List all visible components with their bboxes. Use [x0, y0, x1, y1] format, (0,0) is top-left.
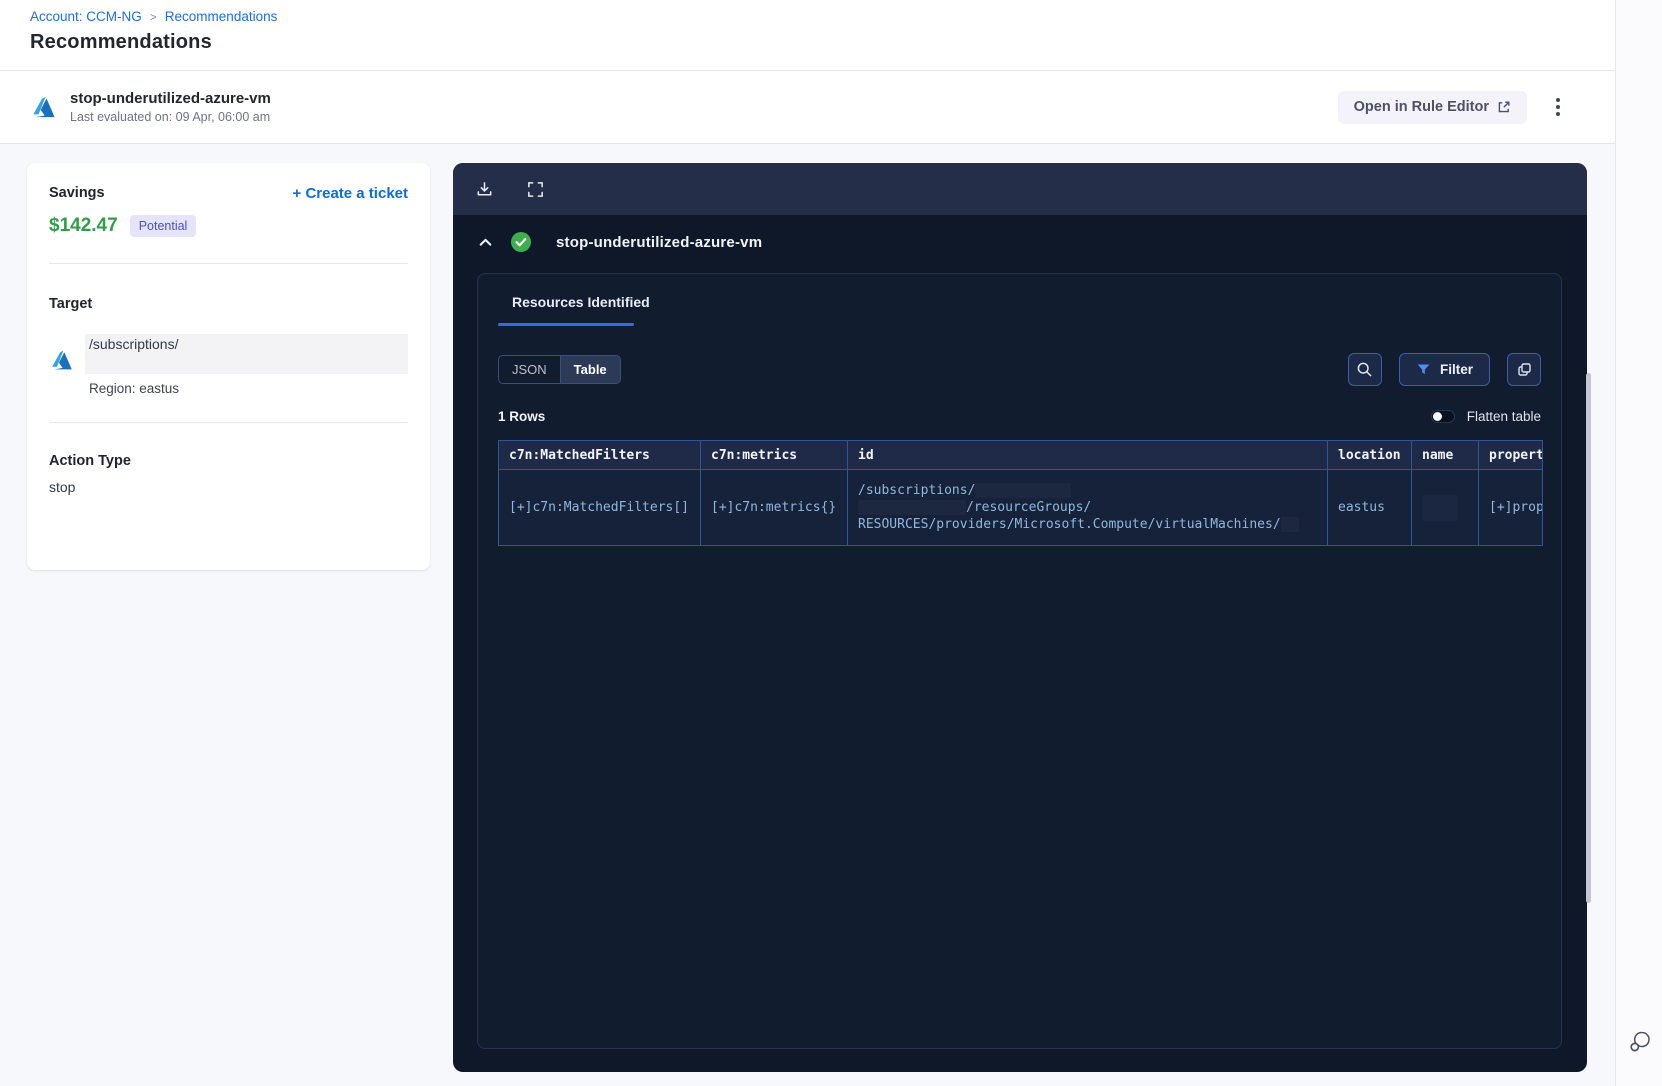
viewer-controls-row: JSON Table Filter [498, 353, 1541, 386]
target-info: /subscriptions/ Region: eastus [85, 334, 408, 396]
resources-table-container[interactable]: c7n:MatchedFilters c7n:metrics id locati… [498, 440, 1543, 546]
last-evaluated-text: Last evaluated on: 09 Apr, 06:00 am [70, 110, 271, 124]
rows-info-row: 1 Rows Flatten table [498, 409, 1541, 424]
external-link-icon [1498, 101, 1510, 113]
page-title: Recommendations [30, 31, 212, 53]
table-header-row: c7n:MatchedFilters c7n:metrics id locati… [498, 440, 1542, 470]
azure-icon [52, 350, 72, 370]
column-header-properties[interactable]: propert [1478, 440, 1542, 470]
chat-bubbles-icon[interactable] [1627, 1029, 1652, 1054]
savings-amount: $142.47 [49, 215, 118, 236]
cell-name[interactable] [1411, 469, 1479, 546]
tab-label: Resources Identified [512, 294, 650, 310]
flatten-table-label: Flatten table [1466, 409, 1541, 424]
filter-label: Filter [1439, 362, 1473, 377]
matched-filters-expander: [+]c7n:MatchedFilters[] [509, 500, 690, 515]
id-line-2: /resourceGroups/ [966, 500, 1092, 515]
page-scrollbar[interactable] [1586, 373, 1591, 903]
id-line-1: /subscriptions/ [858, 483, 976, 498]
column-header-matched-filters[interactable]: c7n:MatchedFilters [498, 440, 701, 470]
download-icon[interactable] [475, 180, 494, 199]
tab-active-underline [498, 323, 634, 326]
cell-metrics[interactable]: [+]c7n:metrics{} [700, 469, 848, 546]
more-options-menu[interactable] [1549, 95, 1567, 119]
redacted-text [1422, 494, 1458, 521]
action-type-label: Action Type [49, 453, 131, 469]
target-label: Target [49, 296, 93, 312]
create-ticket-link[interactable]: + Create a ticket [293, 185, 408, 202]
filter-icon [1417, 364, 1430, 375]
content-area: Savings + Create a ticket $142.47 Potent… [0, 144, 1615, 1086]
redacted-subscription-id [85, 354, 408, 374]
view-mode-table[interactable]: Table [560, 356, 620, 383]
view-mode-toggle: JSON Table [498, 355, 621, 384]
rule-header: stop-underutilized-azure-vm Last evaluat… [0, 71, 1615, 143]
panel-toolbar [453, 163, 1587, 215]
redacted-text [975, 483, 1072, 498]
metrics-expander: [+]c7n:metrics{} [711, 500, 837, 515]
success-check-icon [511, 232, 531, 252]
open-rule-editor-button[interactable]: Open in Rule Editor [1337, 90, 1527, 124]
savings-label: Savings [49, 185, 105, 201]
copy-button[interactable] [1507, 353, 1541, 386]
azure-icon [33, 96, 55, 118]
breadcrumb: Account: CCM-NG > Recommendations [30, 9, 1585, 24]
redacted-text [1280, 517, 1299, 532]
target-region: Region: eastus [89, 381, 180, 396]
breadcrumb-account-link[interactable]: Account: CCM-NG [30, 9, 142, 24]
filter-button[interactable]: Filter [1398, 353, 1490, 386]
properties-expander: [+]prop [1489, 500, 1543, 515]
cell-matched-filters[interactable]: [+]c7n:MatchedFilters[] [498, 469, 701, 546]
search-button[interactable] [1347, 353, 1382, 386]
rule-header-text: stop-underutilized-azure-vm Last evaluat… [70, 90, 271, 124]
redacted-text [858, 500, 966, 515]
rows-count: 1 Rows [498, 409, 546, 424]
panel-rule-title: stop-underutilized-azure-vm [556, 233, 763, 251]
savings-card: Savings + Create a ticket $142.47 Potent… [27, 163, 430, 570]
top-bar: Account: CCM-NG > Recommendations Recomm… [0, 0, 1615, 70]
potential-badge: Potential [129, 215, 197, 237]
rule-name: stop-underutilized-azure-vm [70, 90, 271, 107]
right-rail [1615, 0, 1662, 1086]
id-line-3: RESOURCES/providers/Microsoft.Compute/vi… [858, 517, 1281, 532]
rule-header-actions: Open in Rule Editor [1337, 90, 1585, 124]
rule-result-row: stop-underutilized-azure-vm [453, 215, 1587, 253]
divider [49, 422, 408, 423]
table-row: [+]c7n:MatchedFilters[] [+]c7n:metrics{}… [498, 469, 1543, 546]
target-path: /subscriptions/ [89, 336, 179, 352]
copy-icon [1517, 363, 1531, 376]
collapse-chevron-icon[interactable] [477, 234, 494, 251]
action-type-value: stop [49, 479, 76, 495]
breadcrumb-separator: > [149, 9, 157, 24]
resources-table: c7n:MatchedFilters c7n:metrics id locati… [498, 440, 1543, 546]
column-header-name[interactable]: name [1411, 440, 1479, 470]
flatten-table-toggle[interactable] [1430, 410, 1455, 423]
resources-identified-panel: Resources Identified JSON Table Filter 1… [477, 273, 1562, 1049]
cell-location[interactable]: eastus [1327, 469, 1412, 546]
cell-properties[interactable]: [+]prop [1478, 469, 1543, 546]
breadcrumb-recommendations-link[interactable]: Recommendations [165, 9, 278, 24]
view-mode-json[interactable]: JSON [499, 356, 561, 383]
cell-id[interactable]: /subscriptions/ /resourceGroups/ RESOURC… [847, 469, 1328, 546]
tab-resources-identified[interactable]: Resources Identified [498, 294, 664, 326]
resources-panel: stop-underutilized-azure-vm Resources Id… [453, 163, 1587, 1072]
column-header-location[interactable]: location [1327, 440, 1412, 470]
fullscreen-icon[interactable] [526, 180, 545, 199]
divider [49, 263, 408, 264]
search-icon [1358, 362, 1372, 377]
column-header-metrics[interactable]: c7n:metrics [700, 440, 848, 470]
open-rule-editor-label: Open in Rule Editor [1353, 99, 1489, 115]
column-header-id[interactable]: id [847, 440, 1328, 470]
